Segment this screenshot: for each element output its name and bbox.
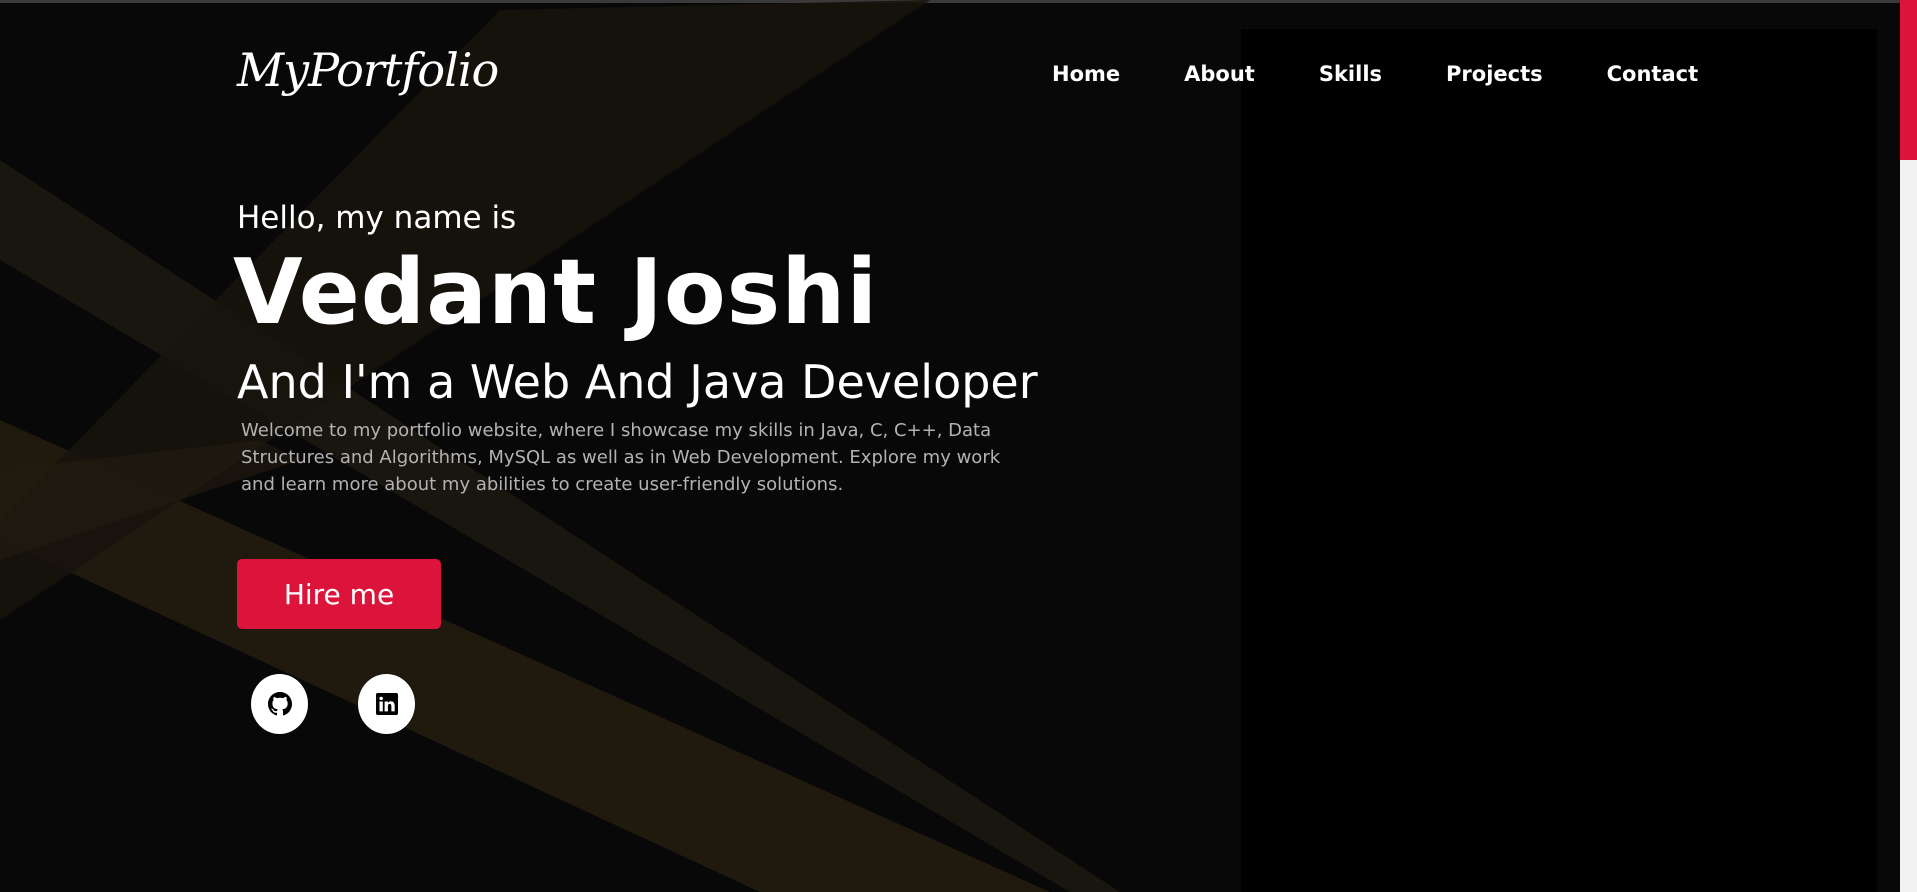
nav-skills[interactable]: Skills bbox=[1319, 62, 1382, 86]
hire-me-button[interactable]: Hire me bbox=[237, 559, 441, 629]
github-link[interactable] bbox=[251, 674, 308, 734]
hero-image-panel bbox=[1241, 29, 1877, 892]
nav-contact[interactable]: Contact bbox=[1607, 62, 1699, 86]
site-logo[interactable]: MyPortfolio bbox=[237, 40, 499, 100]
page: MyPortfolio Home About Skills Projects C… bbox=[0, 0, 1917, 892]
linkedin-icon bbox=[375, 693, 398, 715]
vertical-scrollbar[interactable] bbox=[1900, 0, 1917, 892]
main-nav: Home About Skills Projects Contact bbox=[1020, 57, 1730, 91]
hero-greeting: Hello, my name is bbox=[237, 200, 517, 236]
hero-role: And I'm a Web And Java Developer bbox=[237, 355, 1038, 409]
nav-home[interactable]: Home bbox=[1052, 62, 1120, 86]
hero-description: Welcome to my portfolio website, where I… bbox=[241, 420, 1001, 495]
scrollbar-thumb[interactable] bbox=[1900, 0, 1917, 160]
nav-projects[interactable]: Projects bbox=[1446, 62, 1543, 86]
hero-name: Vedant Joshi bbox=[233, 240, 879, 345]
linkedin-link[interactable] bbox=[358, 674, 415, 734]
nav-about[interactable]: About bbox=[1184, 62, 1255, 86]
github-icon bbox=[267, 692, 292, 716]
